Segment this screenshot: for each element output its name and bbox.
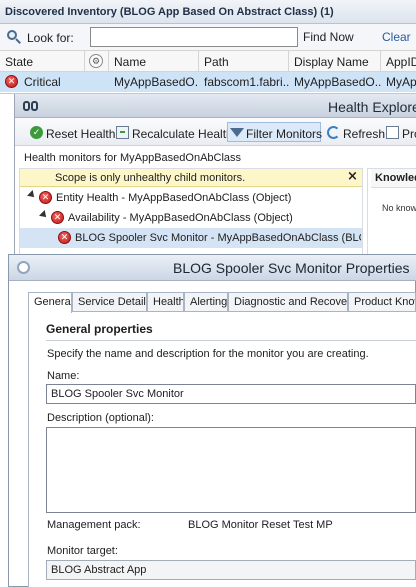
tree-item-label: Availability - MyAppBasedOnAbClass (Obje… bbox=[68, 212, 293, 224]
close-icon[interactable]: × bbox=[347, 170, 358, 184]
knowledge-pane: Knowledge No knowled bbox=[367, 168, 416, 254]
tree-item-spooler-monitor[interactable]: BLOG Spooler Svc Monitor - MyAppBasedOnA… bbox=[20, 228, 362, 248]
row-path: fabscom1.fabri... bbox=[204, 75, 289, 89]
dialog-title: BLOG Spooler Svc Monitor Properties bbox=[173, 260, 410, 276]
section-divider bbox=[46, 340, 416, 341]
tab-product-knowledge[interactable]: Product Know bbox=[348, 292, 416, 312]
critical-icon bbox=[39, 191, 52, 204]
reset-health-label: Reset Health bbox=[46, 126, 116, 141]
management-pack-label: Management pack: bbox=[47, 519, 141, 531]
refresh-label: Refresh bbox=[343, 126, 386, 141]
properties-button[interactable]: Pro bbox=[383, 122, 416, 142]
tab-general[interactable]: General bbox=[28, 292, 72, 313]
column-header-display-name[interactable]: Display Name bbox=[289, 51, 381, 72]
discovered-inventory-pane: Discovered Inventory (BLOG App Based On … bbox=[0, 0, 416, 94]
wrench-icon: ⚙ bbox=[89, 54, 103, 68]
health-explorer-title: Health Explore bbox=[328, 99, 416, 115]
row-display-name: MyAppBasedO... bbox=[294, 75, 381, 89]
table-row[interactable]: Critical MyAppBasedO... fabscom1.fabri..… bbox=[0, 72, 416, 92]
critical-icon bbox=[5, 75, 18, 88]
properties-icon bbox=[386, 126, 399, 139]
tab-knowledge[interactable]: Knowledge bbox=[371, 169, 416, 188]
check-icon bbox=[30, 126, 43, 139]
health-monitors-subtitle: Health monitors for MyAppBasedOnAbClass bbox=[24, 152, 242, 164]
name-label: Name: bbox=[47, 370, 80, 382]
health-monitor-tree: Scope is only unhealthy child monitors. … bbox=[19, 168, 363, 254]
tab-alerting[interactable]: Alerting bbox=[184, 292, 228, 312]
tree-item-label: Entity Health - MyAppBasedOnAbClass (Obj… bbox=[56, 192, 292, 204]
window-icon bbox=[17, 261, 30, 274]
clear-button[interactable]: Clear bbox=[382, 30, 411, 44]
column-header-wrench[interactable]: ⚙ bbox=[85, 51, 109, 72]
recalculate-health-button[interactable]: Recalculate Health bbox=[113, 122, 233, 142]
row-name: MyAppBasedO... bbox=[114, 75, 199, 89]
filter-monitors-button[interactable]: Filter Monitors bbox=[227, 122, 323, 142]
filter-monitors-label: Filter Monitors bbox=[246, 126, 323, 141]
reset-health-button[interactable]: Reset Health bbox=[27, 122, 115, 142]
knowledge-text: No knowled bbox=[382, 203, 416, 213]
critical-icon bbox=[51, 211, 64, 224]
column-header-name[interactable]: Name bbox=[109, 51, 199, 72]
column-header-state[interactable]: State bbox=[0, 51, 85, 72]
description-field[interactable] bbox=[46, 427, 416, 513]
health-explorer-window: Health Explore Reset Health Recalculate … bbox=[14, 94, 416, 254]
monitor-target-label: Monitor target: bbox=[47, 545, 118, 557]
find-now-button[interactable]: Find Now bbox=[303, 30, 354, 44]
row-state: Critical bbox=[24, 75, 61, 89]
scope-message: Scope is only unhealthy child monitors. bbox=[55, 172, 246, 184]
recalculate-icon bbox=[116, 126, 129, 139]
binoculars-icon bbox=[23, 99, 39, 113]
search-icon bbox=[7, 30, 21, 44]
scope-info-bar: Scope is only unhealthy child monitors. … bbox=[20, 169, 362, 187]
tab-health[interactable]: Health bbox=[147, 292, 184, 312]
properties-label: Pro bbox=[402, 126, 416, 141]
expand-arrow-icon[interactable] bbox=[27, 190, 37, 200]
refresh-button[interactable]: Refresh bbox=[324, 122, 386, 142]
dialog-titlebar: BLOG Spooler Svc Monitor Properties bbox=[9, 255, 416, 281]
tree-item-availability[interactable]: Availability - MyAppBasedOnAbClass (Obje… bbox=[20, 208, 362, 228]
inventory-title: Discovered Inventory (BLOG App Based On … bbox=[0, 0, 416, 24]
refresh-icon bbox=[327, 126, 340, 139]
general-description-text: Specify the name and description for the… bbox=[47, 348, 369, 360]
tab-diagnostic-and-recovery[interactable]: Diagnostic and Recovery bbox=[228, 292, 348, 312]
description-label: Description (optional): bbox=[47, 412, 154, 424]
recalculate-health-label: Recalculate Health bbox=[132, 126, 233, 141]
name-field[interactable] bbox=[46, 384, 416, 404]
column-header-path[interactable]: Path bbox=[199, 51, 289, 72]
column-header-appid[interactable]: AppID bbox=[381, 51, 416, 72]
health-explorer-toolbar: Reset Health Recalculate Health Filter M… bbox=[15, 118, 416, 146]
dialog-tab-strip: General Service Details Health Alerting … bbox=[28, 292, 416, 313]
look-for-bar: Look for: Find Now Clear bbox=[0, 24, 416, 50]
tree-item-label: BLOG Spooler Svc Monitor - MyAppBasedOnA… bbox=[75, 232, 361, 244]
filter-icon bbox=[230, 128, 244, 137]
general-properties-heading: General properties bbox=[46, 322, 153, 336]
row-appid: MyAp bbox=[386, 75, 416, 89]
monitor-target-field: BLOG Abstract App bbox=[46, 560, 416, 580]
management-pack-value: BLOG Monitor Reset Test MP bbox=[188, 519, 333, 531]
expand-arrow-icon[interactable] bbox=[39, 210, 49, 220]
look-for-label: Look for: bbox=[27, 31, 74, 45]
tree-item-entity-health[interactable]: Entity Health - MyAppBasedOnAbClass (Obj… bbox=[20, 188, 362, 208]
critical-icon bbox=[58, 231, 71, 244]
tab-service-details[interactable]: Service Details bbox=[72, 292, 147, 312]
inventory-column-header: State ⚙ Name Path Display Name AppID bbox=[0, 50, 416, 72]
look-for-input[interactable] bbox=[90, 27, 298, 47]
health-explorer-titlebar: Health Explore bbox=[15, 94, 416, 118]
